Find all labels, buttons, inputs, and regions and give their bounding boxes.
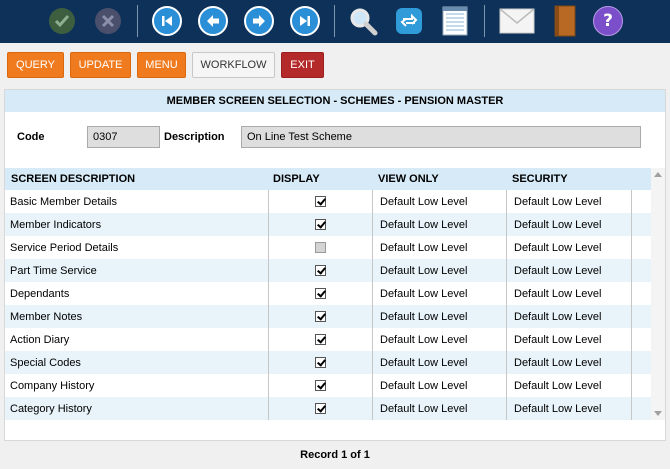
exit-button[interactable]: EXIT: [281, 52, 324, 78]
screen-description-cell: Special Codes: [10, 356, 81, 369]
main-panel: MEMBER SCREEN SELECTION - SCHEMES - PENS…: [4, 89, 666, 441]
toolbar-separator: [334, 5, 335, 37]
display-checkbox[interactable]: [315, 380, 326, 391]
update-button[interactable]: UPDATE: [70, 52, 131, 78]
view-only-cell[interactable]: Default Low Level: [373, 213, 507, 236]
screen-description-cell: Dependants: [10, 287, 70, 300]
toolbar-separator: [484, 5, 485, 37]
display-cell: [268, 236, 373, 259]
view-only-cell[interactable]: Default Low Level: [373, 259, 507, 282]
screen-description-cell: Action Diary: [10, 333, 70, 346]
record-counter: Record 1 of 1: [300, 449, 370, 461]
screen-description-cell: Service Period Details: [10, 241, 119, 254]
screen-description-cell: Category History: [10, 402, 92, 415]
security-cell[interactable]: Default Low Level: [507, 305, 632, 328]
column-header-display[interactable]: DISPLAY: [273, 168, 320, 190]
query-button[interactable]: QUERY: [7, 52, 64, 78]
display-checkbox[interactable]: [315, 196, 326, 207]
view-only-cell[interactable]: Default Low Level: [373, 328, 507, 351]
table-row[interactable]: Member Indicators Default Low Level Defa…: [5, 213, 651, 236]
grid-header: SCREEN DESCRIPTION DISPLAY VIEW ONLY SEC…: [5, 168, 651, 190]
view-only-cell[interactable]: Default Low Level: [373, 190, 507, 213]
screen-grid: SCREEN DESCRIPTION DISPLAY VIEW ONLY SEC…: [5, 168, 651, 420]
table-row[interactable]: Part Time Service Default Low Level Defa…: [5, 259, 651, 282]
display-checkbox[interactable]: [315, 403, 326, 414]
display-cell: [268, 397, 373, 420]
security-cell[interactable]: Default Low Level: [507, 190, 632, 213]
display-checkbox[interactable]: [315, 288, 326, 299]
table-row[interactable]: Action Diary Default Low Level Default L…: [5, 328, 651, 351]
description-label: Description: [164, 131, 225, 143]
display-cell: [268, 213, 373, 236]
check-icon[interactable]: [45, 4, 79, 38]
help-icon[interactable]: ?: [591, 4, 625, 38]
screen-description-cell: Basic Member Details: [10, 195, 117, 208]
screen-description-cell: Member Indicators: [10, 218, 102, 231]
first-record-icon[interactable]: [150, 4, 184, 38]
table-row[interactable]: Service Period Details Default Low Level…: [5, 236, 651, 259]
security-cell[interactable]: Default Low Level: [507, 213, 632, 236]
scrollbar-arrows: [654, 172, 662, 416]
security-cell[interactable]: Default Low Level: [507, 259, 632, 282]
column-header-screen-description[interactable]: SCREEN DESCRIPTION: [11, 168, 135, 190]
screen-description-cell: Company History: [10, 379, 95, 392]
main-toolbar: ?: [0, 0, 670, 43]
security-cell[interactable]: Default Low Level: [507, 236, 632, 259]
previous-record-icon[interactable]: [196, 4, 230, 38]
display-cell: [268, 190, 373, 213]
table-row[interactable]: Basic Member Details Default Low Level D…: [5, 190, 651, 213]
display-checkbox[interactable]: [315, 357, 326, 368]
view-only-cell[interactable]: Default Low Level: [373, 374, 507, 397]
toolbar-separator: [137, 5, 138, 37]
grid-scrollbar[interactable]: [651, 168, 665, 420]
display-checkbox[interactable]: [315, 311, 326, 322]
view-only-cell[interactable]: Default Low Level: [373, 397, 507, 420]
display-cell: [268, 259, 373, 282]
next-record-icon[interactable]: [242, 4, 276, 38]
table-row[interactable]: Category History Default Low Level Defau…: [5, 397, 651, 420]
display-checkbox: [315, 242, 326, 253]
column-header-view-only[interactable]: VIEW ONLY: [378, 168, 439, 190]
view-only-cell[interactable]: Default Low Level: [373, 305, 507, 328]
action-bar: QUERY UPDATE MENU WORKFLOW EXIT: [0, 43, 670, 85]
display-checkbox[interactable]: [315, 265, 326, 276]
book-icon[interactable]: [547, 4, 581, 38]
refresh-icon[interactable]: [392, 4, 426, 38]
menu-button[interactable]: MENU: [137, 52, 186, 78]
table-row[interactable]: Dependants Default Low Level Default Low…: [5, 282, 651, 305]
last-record-icon[interactable]: [288, 4, 322, 38]
display-cell: [268, 282, 373, 305]
code-label: Code: [17, 131, 45, 143]
display-cell: [268, 328, 373, 351]
mail-icon[interactable]: [497, 4, 537, 38]
security-cell[interactable]: Default Low Level: [507, 351, 632, 374]
display-checkbox[interactable]: [315, 219, 326, 230]
security-cell[interactable]: Default Low Level: [507, 328, 632, 351]
display-cell: [268, 374, 373, 397]
view-only-cell[interactable]: Default Low Level: [373, 351, 507, 374]
notepad-icon[interactable]: [438, 4, 472, 38]
view-only-cell[interactable]: Default Low Level: [373, 236, 507, 259]
table-row[interactable]: Special Codes Default Low Level Default …: [5, 351, 651, 374]
display-checkbox[interactable]: [315, 334, 326, 345]
display-cell: [268, 351, 373, 374]
table-row[interactable]: Company History Default Low Level Defaul…: [5, 374, 651, 397]
column-header-security[interactable]: SECURITY: [512, 168, 568, 190]
view-only-cell[interactable]: Default Low Level: [373, 282, 507, 305]
screen-description-cell: Part Time Service: [10, 264, 97, 277]
table-row[interactable]: Member Notes Default Low Level Default L…: [5, 305, 651, 328]
cancel-icon[interactable]: [91, 4, 125, 38]
security-cell[interactable]: Default Low Level: [507, 282, 632, 305]
panel-title: MEMBER SCREEN SELECTION - SCHEMES - PENS…: [5, 90, 665, 112]
security-cell[interactable]: Default Low Level: [507, 397, 632, 420]
code-field[interactable]: 0307: [87, 126, 160, 148]
security-cell[interactable]: Default Low Level: [507, 374, 632, 397]
search-icon[interactable]: [346, 4, 380, 38]
description-field[interactable]: On Line Test Scheme: [241, 126, 641, 148]
screen-description-cell: Member Notes: [10, 310, 83, 323]
display-cell: [268, 305, 373, 328]
workflow-button[interactable]: WORKFLOW: [192, 52, 275, 78]
